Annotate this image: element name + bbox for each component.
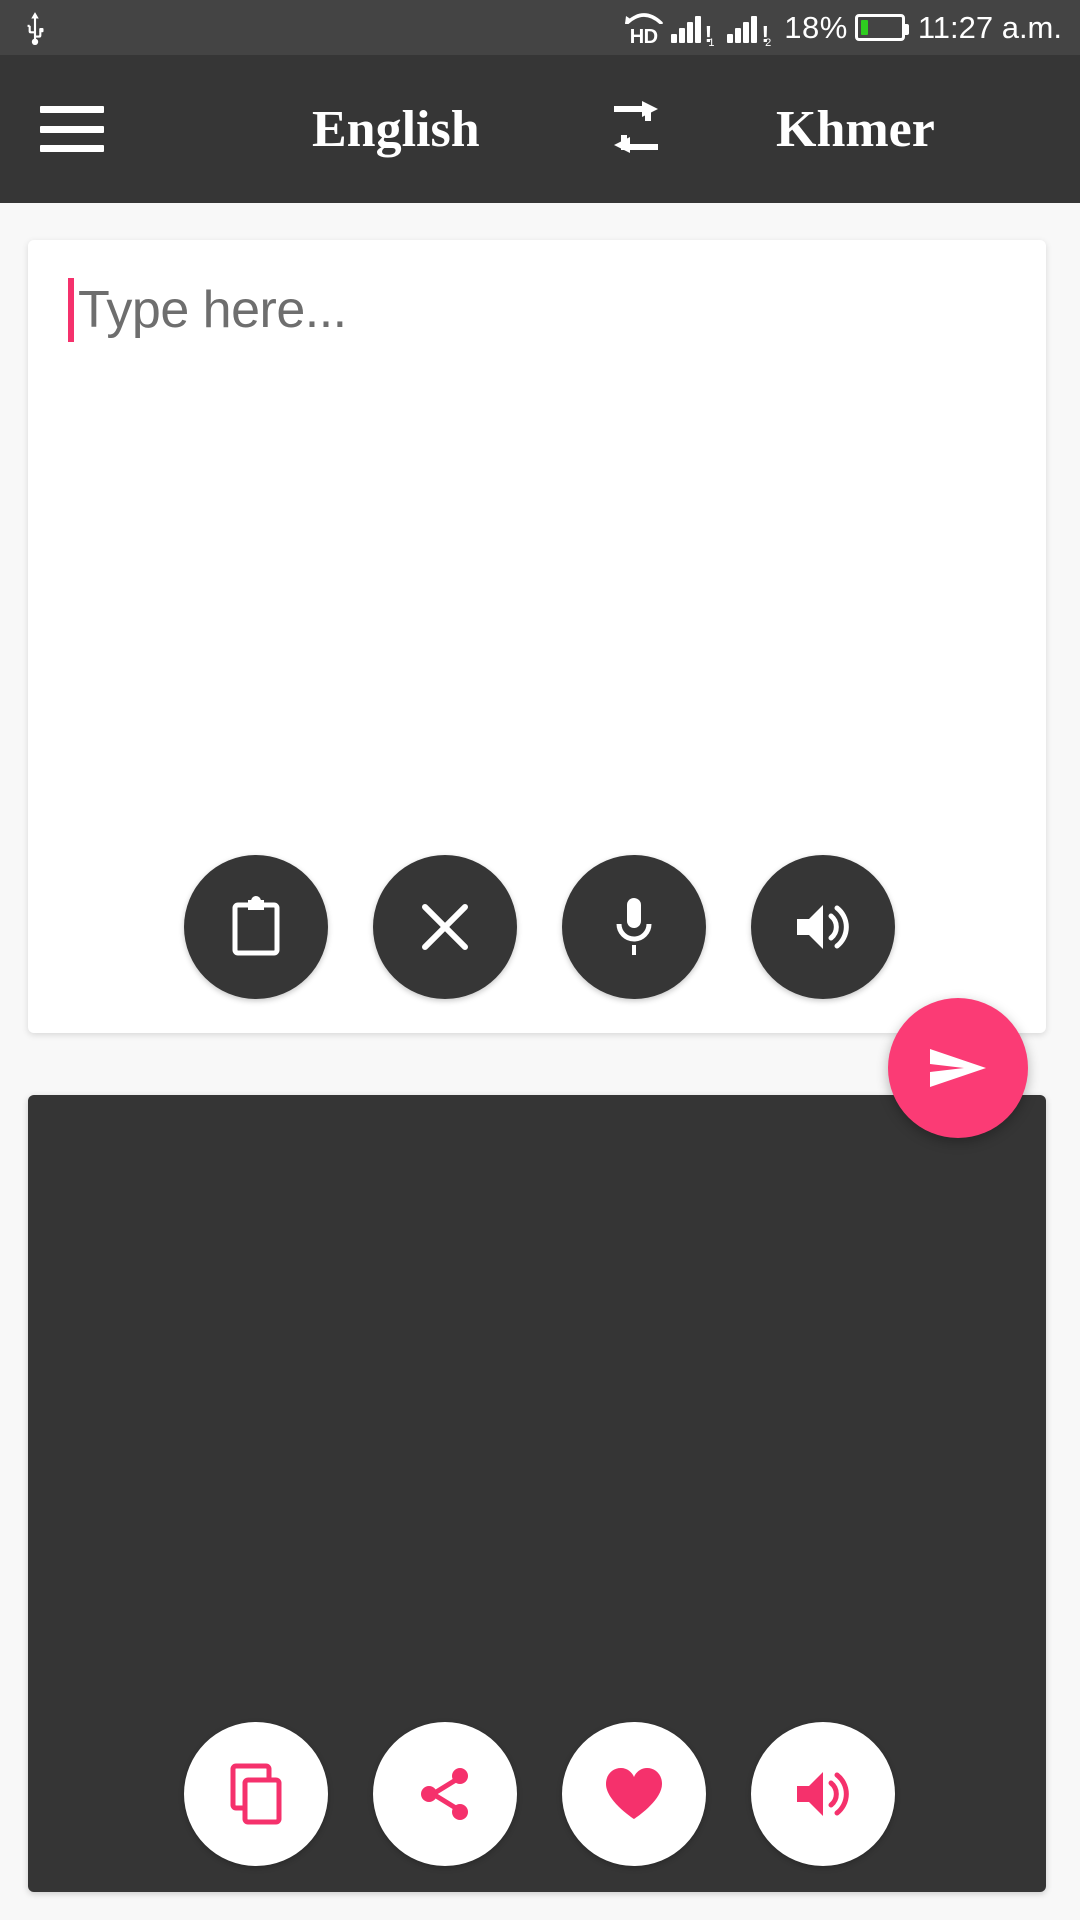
copy-button[interactable]	[184, 1722, 328, 1866]
status-bar-left	[22, 11, 48, 45]
battery-percentage: 18%	[784, 9, 848, 45]
source-language-selector[interactable]: English	[312, 100, 480, 159]
share-button[interactable]	[373, 1722, 517, 1866]
source-text-input[interactable]: Type here...	[68, 278, 347, 342]
favorite-button[interactable]	[562, 1722, 706, 1866]
text-cursor	[68, 278, 74, 342]
battery-icon	[854, 14, 909, 41]
signal-sim1-icon: ! 1	[670, 13, 721, 49]
send-button[interactable]	[888, 998, 1028, 1138]
speak-output-button[interactable]	[751, 1722, 895, 1866]
speak-input-button[interactable]	[751, 855, 895, 999]
hamburger-menu-icon[interactable]	[40, 106, 104, 152]
microphone-button[interactable]	[562, 855, 706, 999]
translator-app-screen: HD ! 1 ! 2 18% 11:27 a.m. English Khmer …	[0, 0, 1080, 1920]
status-bar-clock: 11:27 a.m.	[917, 9, 1062, 45]
source-input-placeholder: Type here...	[78, 281, 347, 339]
input-actions-row	[184, 855, 895, 999]
hd-label: HD	[629, 26, 658, 48]
usb-icon	[22, 11, 48, 45]
clear-button[interactable]	[373, 855, 517, 999]
signal-sim2-icon: ! 2	[727, 13, 777, 49]
sim2-label: 2	[765, 36, 772, 49]
status-bar-right: HD ! 1 ! 2 18% 11:27 a.m.	[624, 9, 1062, 49]
swap-languages-icon[interactable]	[608, 99, 664, 159]
hd-voice-icon: HD	[624, 11, 664, 48]
target-language-selector[interactable]: Khmer	[776, 100, 935, 159]
paste-button[interactable]	[184, 855, 328, 999]
app-header: English Khmer	[0, 55, 1080, 203]
sim1-label: 1	[708, 36, 715, 49]
output-actions-row	[184, 1722, 895, 1866]
status-bar: HD ! 1 ! 2 18% 11:27 a.m.	[0, 0, 1080, 55]
